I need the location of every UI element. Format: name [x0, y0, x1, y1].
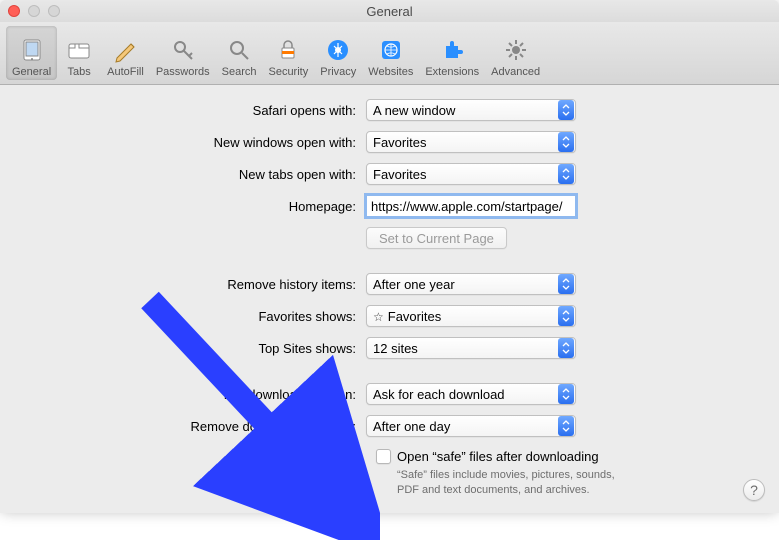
select-favorites-shows[interactable]: ☆Favorites	[366, 305, 576, 327]
set-to-current-page-button[interactable]: Set to Current Page	[366, 227, 507, 249]
homepage-input[interactable]	[366, 195, 576, 217]
chevron-updown-icon	[558, 274, 574, 294]
star-icon: ☆	[373, 310, 384, 324]
label-download-location: File download location:	[30, 387, 366, 402]
tab-search[interactable]: Search	[216, 26, 263, 80]
chevron-updown-icon	[558, 164, 574, 184]
window-title: General	[366, 4, 412, 19]
select-remove-downloads[interactable]: After one day	[366, 415, 576, 437]
chevron-updown-icon	[558, 132, 574, 152]
chevron-updown-icon	[558, 338, 574, 358]
select-opens-with[interactable]: A new window	[366, 99, 576, 121]
tab-label: Advanced	[491, 66, 540, 78]
autofill-icon	[111, 36, 139, 64]
tab-security[interactable]: Security	[262, 26, 314, 80]
open-safe-files-label: Open “safe” files after downloading	[397, 449, 599, 464]
close-window-button[interactable]	[8, 5, 20, 17]
chevron-updown-icon	[558, 306, 574, 326]
label-favorites-shows: Favorites shows:	[30, 309, 366, 324]
tab-label: Security	[268, 66, 308, 78]
tab-privacy[interactable]: Privacy	[314, 26, 362, 80]
select-new-tabs[interactable]: Favorites	[366, 163, 576, 185]
general-icon	[18, 36, 46, 64]
chevron-updown-icon	[558, 384, 574, 404]
passwords-icon	[169, 36, 197, 64]
window-controls	[8, 5, 60, 17]
safe-files-hint: “Safe” files include movies, pictures, s…	[397, 468, 617, 498]
privacy-icon	[324, 36, 352, 64]
tab-extensions[interactable]: Extensions	[419, 26, 485, 80]
tab-websites[interactable]: Websites	[362, 26, 419, 80]
select-topsites-shows[interactable]: 12 sites	[366, 337, 576, 359]
zoom-window-button[interactable]	[48, 5, 60, 17]
tab-label: Tabs	[68, 66, 91, 78]
tab-label: AutoFill	[107, 66, 144, 78]
titlebar: General	[0, 0, 779, 22]
tab-label: Passwords	[156, 66, 210, 78]
help-button[interactable]: ?	[743, 479, 765, 501]
label-remove-downloads: Remove download list items:	[30, 419, 366, 434]
preferences-toolbar: General Tabs AutoFill Passwords Search	[0, 22, 779, 85]
label-homepage: Homepage:	[30, 199, 366, 214]
tab-passwords[interactable]: Passwords	[150, 26, 216, 80]
tab-tabs[interactable]: Tabs	[57, 26, 101, 80]
tab-general[interactable]: General	[6, 26, 57, 80]
tab-autofill[interactable]: AutoFill	[101, 26, 150, 80]
minimize-window-button[interactable]	[28, 5, 40, 17]
tab-advanced[interactable]: Advanced	[485, 26, 546, 80]
tab-label: Privacy	[320, 66, 356, 78]
select-new-windows[interactable]: Favorites	[366, 131, 576, 153]
tab-label: Websites	[368, 66, 413, 78]
label-remove-history: Remove history items:	[30, 277, 366, 292]
tab-label: Search	[222, 66, 257, 78]
label-new-tabs: New tabs open with:	[30, 167, 366, 182]
content-pane: Safari opens with: A new window New wind…	[0, 85, 779, 513]
tab-label: General	[12, 66, 51, 78]
label-opens-with: Safari opens with:	[30, 103, 366, 118]
extensions-icon	[438, 36, 466, 64]
websites-icon	[377, 36, 405, 64]
advanced-icon	[502, 36, 530, 64]
tabs-icon	[65, 36, 93, 64]
select-download-location[interactable]: Ask for each download	[366, 383, 576, 405]
chevron-updown-icon	[558, 100, 574, 120]
search-icon	[225, 36, 253, 64]
security-icon	[274, 36, 302, 64]
preferences-window: General General Tabs AutoFill Passwords	[0, 0, 779, 510]
label-topsites-shows: Top Sites shows:	[30, 341, 366, 356]
chevron-updown-icon	[558, 416, 574, 436]
select-remove-history[interactable]: After one year	[366, 273, 576, 295]
label-new-windows: New windows open with:	[30, 135, 366, 150]
tab-label: Extensions	[425, 66, 479, 78]
open-safe-files-checkbox[interactable]	[376, 449, 391, 464]
